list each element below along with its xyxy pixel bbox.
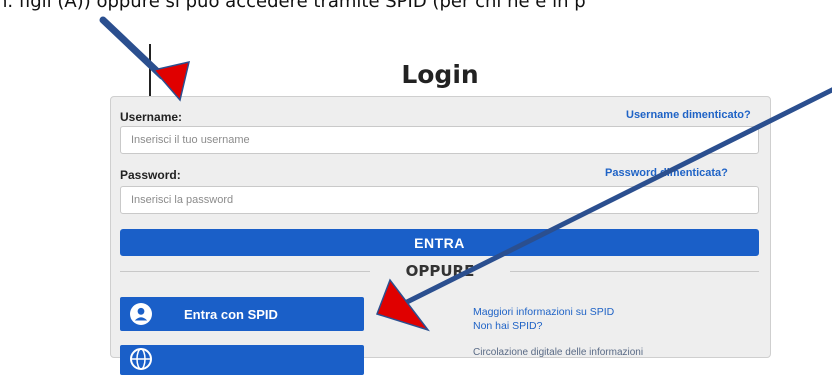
entra-button[interactable]: ENTRA: [120, 229, 759, 256]
or-label: OPPURE: [405, 262, 475, 280]
no-spid-link[interactable]: Non hai SPID?: [473, 320, 542, 332]
login-title: Login: [401, 60, 479, 89]
arrow-to-login-icon: [99, 16, 191, 102]
separator-line-left: [120, 271, 370, 272]
username-forgot-link[interactable]: Username dimenticato?: [626, 109, 751, 121]
spid-login-button[interactable]: Entra con SPID: [120, 297, 364, 331]
user-circle-icon: [130, 303, 152, 325]
password-forgot-link[interactable]: Password dimenticata?: [605, 167, 728, 179]
password-label: Password:: [120, 168, 181, 182]
second-login-button[interactable]: [120, 345, 364, 375]
password-input[interactable]: [120, 186, 759, 214]
partial-text: Circolazione digitale delle informazioni: [473, 347, 644, 358]
username-input[interactable]: [120, 126, 759, 154]
username-label: Username:: [120, 110, 183, 124]
spid-button-label: Entra con SPID: [184, 307, 278, 322]
or-separator: OPPURE: [120, 262, 759, 282]
spid-info-link[interactable]: Maggiori informazioni su SPID: [473, 306, 614, 318]
globe-icon: [130, 348, 152, 370]
annotation-caption: n. figli (A)) oppure si può accedere tra…: [0, 0, 586, 12]
separator-line-right: [510, 271, 759, 272]
